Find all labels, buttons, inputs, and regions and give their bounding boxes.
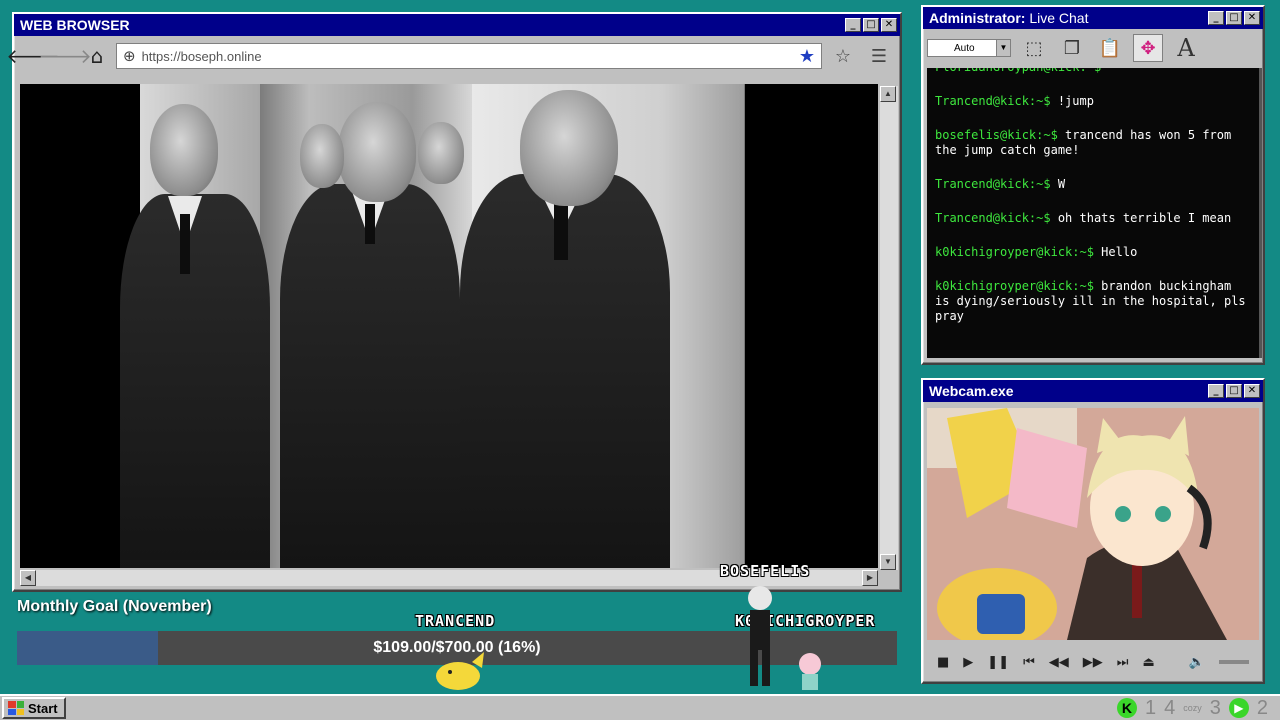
close-button[interactable]: ✕	[881, 18, 897, 32]
chat-username: Trancend@kick:~$	[935, 94, 1051, 108]
scroll-right-icon[interactable]: ▶	[862, 570, 878, 586]
scroll-left-icon[interactable]: ◀	[20, 570, 36, 586]
chat-message: FloridanGroypan@kick:~$	[935, 68, 1251, 75]
chat-username: k0kichigroyper@kick:~$	[935, 245, 1094, 259]
move-icon[interactable]: ✥	[1133, 34, 1163, 62]
chat-text: !jump	[1050, 94, 1094, 108]
overlay-name-bosefelis: BOSEFELIS	[720, 562, 811, 580]
tray-number-1: 1	[1144, 696, 1157, 719]
tray-number-4: 2	[1256, 696, 1268, 719]
fast-forward-icon[interactable]: ▶▶	[1083, 655, 1103, 670]
tray-number-2: 4	[1164, 696, 1176, 719]
pause-icon[interactable]: ❚❚	[987, 655, 1009, 670]
chat-username: Trancend@kick:~$	[935, 211, 1051, 225]
chat-message: k0kichigroyper@kick:~$ brandon buckingha…	[935, 279, 1251, 324]
chat-message: Trancend@kick:~$ W	[935, 177, 1251, 192]
archival-photo	[120, 84, 745, 568]
chevron-down-icon: ▼	[996, 40, 1010, 56]
taskbar: Start K 1 4 cozy 3 ▶ 2	[0, 694, 1280, 720]
chat-scrollbar[interactable]	[1259, 68, 1262, 358]
menu-icon[interactable]: ☰	[864, 43, 894, 69]
windows-logo-icon	[8, 701, 24, 715]
minimize-button[interactable]: _	[845, 18, 861, 32]
address-bar[interactable]: ⊕ https://boseph.online ★	[116, 43, 822, 69]
chat-username: FloridanGroypan@kick:~$	[935, 68, 1101, 74]
chat-message: bosefelis@kick:~$ trancend has won 5 fro…	[935, 128, 1251, 158]
tray-small-label: cozy	[1183, 703, 1202, 713]
volume-icon[interactable]: 🔈	[1189, 655, 1205, 670]
eject-icon[interactable]: ⏏	[1143, 655, 1155, 670]
bookmarks-star-icon[interactable]: ☆	[828, 43, 858, 69]
pikachu-sprite	[432, 652, 488, 692]
copy-icon[interactable]: ❐	[1057, 34, 1087, 62]
browser-title: WEB BROWSER	[20, 17, 130, 33]
skip-back-icon[interactable]: ⏮	[1023, 655, 1035, 670]
character-sprite	[738, 582, 778, 692]
forward-icon[interactable]: 🡒	[38, 43, 92, 69]
chibi-sprite	[790, 650, 830, 692]
maximize-button[interactable]: □	[1226, 11, 1242, 25]
close-button[interactable]: ✕	[1244, 11, 1260, 25]
play-circle-icon[interactable]: ▶	[1228, 698, 1249, 718]
webcam-titlebar[interactable]: Webcam.exe _ □ ✕	[923, 380, 1263, 402]
chat-message: Trancend@kick:~$ !jump	[935, 94, 1251, 109]
bookmarked-star-icon[interactable]: ★	[799, 46, 815, 67]
chat-toolbar: Auto ▼ ⬚ ❐ 📋 ✥ A	[923, 29, 1263, 67]
url-text: https://boseph.online	[141, 48, 262, 64]
overlay-name-trancend: TRANCEND	[415, 612, 496, 630]
close-button[interactable]: ✕	[1244, 384, 1260, 398]
start-button[interactable]: Start	[2, 697, 66, 719]
video-viewport[interactable]	[20, 84, 878, 568]
play-icon[interactable]: ▶	[963, 655, 973, 670]
chat-text: oh thats terrible I mean	[1050, 211, 1232, 225]
webcam-window: Webcam.exe _ □ ✕ ■ ▶ ❚❚ ⏮ ◀◀ ▶▶ ⏭ ⏏ 🔈	[921, 378, 1265, 684]
paste-icon[interactable]: 📋	[1095, 34, 1125, 62]
select-icon[interactable]: ⬚	[1019, 34, 1049, 62]
tray-number-3: 3	[1209, 696, 1221, 719]
chat-username: Trancend@kick:~$	[935, 177, 1051, 191]
skip-forward-icon[interactable]: ⏭	[1117, 655, 1129, 670]
scroll-up-icon[interactable]: ▲	[880, 86, 896, 102]
maximize-button[interactable]: □	[863, 18, 879, 32]
chat-titlebar[interactable]: Administrator: Live Chat _ □ ✕	[923, 7, 1263, 29]
system-tray: K 1 4 cozy 3 ▶ 2	[1116, 696, 1278, 720]
chat-username: bosefelis@kick:~$	[935, 128, 1058, 142]
maximize-button[interactable]: □	[1226, 384, 1242, 398]
webcam-title: Webcam.exe	[929, 383, 1014, 399]
globe-icon: ⊕	[123, 47, 136, 65]
rewind-icon[interactable]: ◀◀	[1049, 655, 1069, 670]
chat-title-bold: Administrator:	[929, 10, 1026, 26]
volume-slider[interactable]	[1219, 660, 1249, 664]
chat-title: Live Chat	[1025, 10, 1089, 26]
minimize-button[interactable]: _	[1208, 11, 1224, 25]
chat-log[interactable]: FloridanGroypan@kick:~$ Trancend@kick:~$ …	[927, 68, 1259, 358]
chat-text: W	[1050, 177, 1066, 191]
home-icon[interactable]: ⌂	[84, 43, 110, 69]
goal-title: Monthly Goal (November)	[17, 598, 212, 615]
chat-text: Hello	[1093, 245, 1138, 259]
browser-window: WEB BROWSER _ □ ✕ 🡐 🡒 ⌂ ⊕ https://boseph…	[6, 12, 902, 592]
scroll-down-icon[interactable]: ▼	[880, 554, 896, 570]
browser-toolbar: 🡐 🡒 ⌂ ⊕ https://boseph.online ★ ☆ ☰	[6, 36, 900, 76]
vertical-scrollbar[interactable]: ▲ ▼	[880, 86, 898, 570]
webcam-feed	[927, 408, 1259, 640]
browser-titlebar[interactable]: WEB BROWSER _ □ ✕	[14, 14, 900, 36]
font-select[interactable]: Auto ▼	[927, 39, 1011, 57]
stop-icon[interactable]: ■	[937, 655, 949, 670]
chat-username: k0kichigroyper@kick:~$	[935, 279, 1094, 293]
media-controls: ■ ▶ ❚❚ ⏮ ◀◀ ▶▶ ⏭ ⏏ 🔈	[927, 644, 1259, 680]
chat-message: k0kichigroyper@kick:~$ Hello	[935, 245, 1251, 260]
font-icon[interactable]: A	[1171, 34, 1201, 62]
chat-window: Administrator: Live Chat _ □ ✕ Auto ▼ ⬚ ❐…	[921, 5, 1265, 365]
kick-icon[interactable]: K	[1116, 698, 1137, 718]
chat-message: Trancend@kick:~$ oh thats terrible I mea…	[935, 211, 1251, 226]
minimize-button[interactable]: _	[1208, 384, 1224, 398]
